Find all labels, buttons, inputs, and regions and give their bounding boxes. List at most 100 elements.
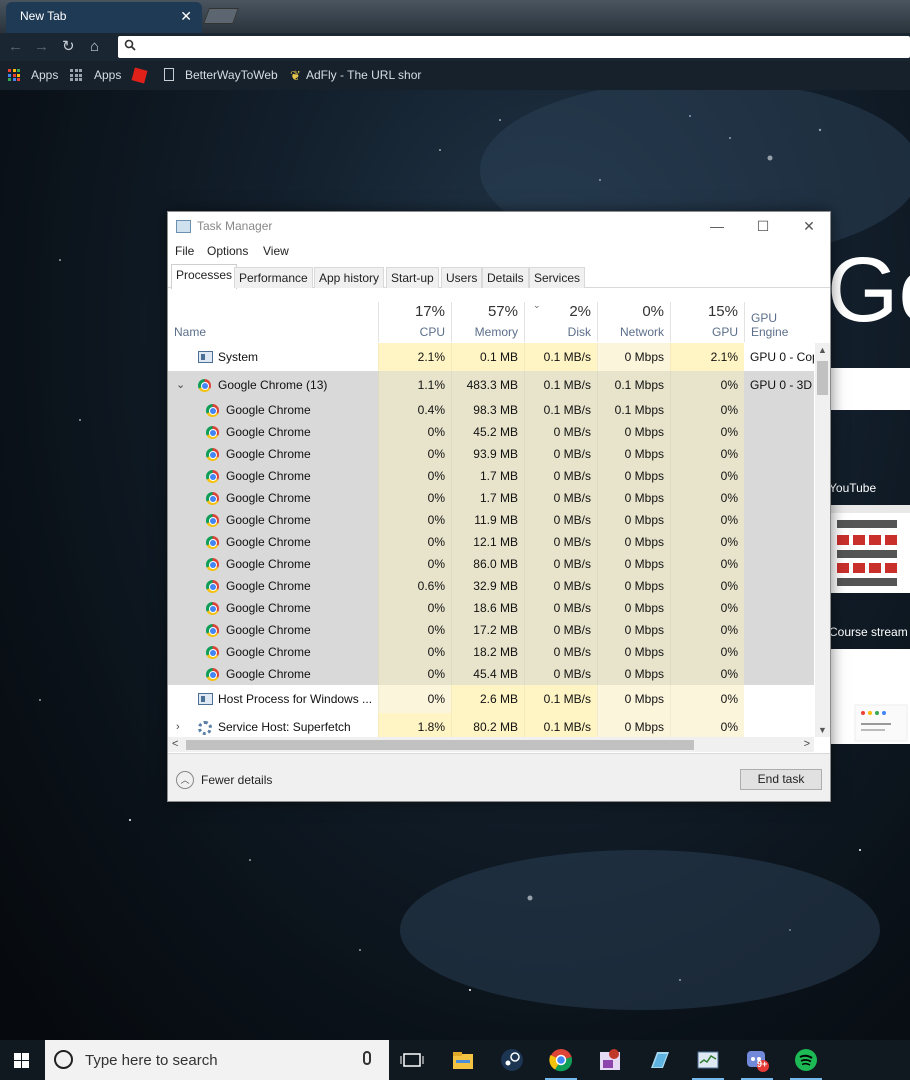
scroll-up-icon[interactable]: ▲ bbox=[818, 345, 827, 355]
tab-services[interactable]: Services bbox=[529, 267, 586, 288]
tab-close-icon[interactable]: ✕ bbox=[180, 8, 192, 25]
tile-thumbnail-course-stream[interactable] bbox=[831, 649, 910, 744]
task-manager-titlebar[interactable]: Task Manager — ☐ ✕ bbox=[168, 212, 830, 240]
fewer-details-link[interactable]: Fewer details bbox=[201, 773, 272, 787]
process-name: Google Chrome (13) bbox=[218, 378, 328, 392]
chrome-icon bbox=[206, 580, 219, 593]
vertical-scrollbar[interactable]: ▲ ▼ bbox=[815, 343, 830, 737]
ntp-search-box[interactable] bbox=[831, 368, 910, 410]
spotify-icon[interactable] bbox=[794, 1048, 818, 1072]
cell-disk: 0.1 MB/s bbox=[524, 685, 597, 713]
home-icon[interactable]: ⌂ bbox=[90, 38, 99, 56]
file-explorer-icon[interactable] bbox=[451, 1048, 475, 1072]
gpu-total: 15% bbox=[707, 303, 738, 320]
column-disk[interactable]: ⌄ 2% Disk bbox=[524, 300, 597, 342]
bookmark-apps[interactable]: Apps bbox=[31, 68, 58, 82]
cell-network: 0 Mbps bbox=[597, 663, 670, 685]
bookmark-apps-2[interactable]: Apps bbox=[94, 68, 121, 82]
taskbar-search-box[interactable]: Type here to search bbox=[45, 1040, 389, 1080]
table-row[interactable]: Google Chrome 0% 93.9 MB 0 MB/s 0 Mbps 0% bbox=[168, 443, 814, 465]
new-tab-button[interactable] bbox=[203, 8, 239, 24]
table-row[interactable]: Google Chrome 0% 11.9 MB 0 MB/s 0 Mbps 0% bbox=[168, 509, 814, 531]
reload-icon[interactable]: ↻ bbox=[62, 38, 75, 56]
column-name[interactable]: Name bbox=[168, 302, 378, 342]
cell-network: 0 Mbps bbox=[597, 531, 670, 553]
column-gpu[interactable]: 15% GPU bbox=[670, 302, 744, 342]
disk-label: Disk bbox=[567, 325, 591, 339]
expand-chevron-icon[interactable]: › bbox=[176, 713, 180, 737]
microphone-icon[interactable] bbox=[363, 1051, 371, 1065]
back-icon[interactable]: ← bbox=[8, 38, 23, 56]
table-row[interactable]: Google Chrome 0% 18.2 MB 0 MB/s 0 Mbps 0% bbox=[168, 641, 814, 663]
chrome-icon[interactable] bbox=[549, 1048, 573, 1072]
close-button[interactable]: ✕ bbox=[786, 212, 832, 240]
steam-icon[interactable] bbox=[500, 1048, 524, 1072]
scroll-down-icon[interactable]: ▼ bbox=[818, 725, 827, 735]
discord-icon[interactable]: 9+ bbox=[745, 1048, 769, 1072]
roblox-icon bbox=[131, 67, 148, 84]
snipping-tool-icon[interactable] bbox=[647, 1048, 671, 1072]
search-icon bbox=[124, 39, 136, 51]
table-row[interactable]: Google Chrome 0% 45.4 MB 0 MB/s 0 Mbps 0% bbox=[168, 663, 814, 685]
tile-label-course-stream[interactable]: Course stream bbox=[829, 625, 908, 639]
minimize-button[interactable]: — bbox=[694, 212, 740, 240]
table-row[interactable]: Host Process for Windows ... 0% 2.6 MB 0.1 … bbox=[168, 685, 814, 713]
tab-startup[interactable]: Start-up bbox=[386, 267, 439, 288]
forward-icon[interactable]: → bbox=[34, 38, 49, 56]
table-row[interactable]: Google Chrome 0% 18.6 MB 0 MB/s 0 Mbps 0% bbox=[168, 597, 814, 619]
cell-cpu: 0% bbox=[378, 509, 451, 531]
end-task-button[interactable]: End task bbox=[740, 769, 822, 790]
cell-memory: 80.2 MB bbox=[451, 713, 524, 737]
table-row[interactable]: System 2.1% 0.1 MB 0.1 MB/s 0 Mbps 2.1% GPU 0 … bbox=[168, 343, 814, 371]
chevron-up-icon[interactable]: ︿ bbox=[176, 771, 194, 789]
tab-processes[interactable]: Processes bbox=[171, 264, 238, 289]
expand-chevron-icon[interactable]: ⌄ bbox=[176, 371, 185, 399]
table-row[interactable]: Google Chrome 0% 17.2 MB 0 MB/s 0 Mbps 0% bbox=[168, 619, 814, 641]
table-row[interactable]: Google Chrome 0% 1.7 MB 0 MB/s 0 Mbps 0% bbox=[168, 487, 814, 509]
menu-view[interactable]: View bbox=[263, 244, 289, 258]
table-row[interactable]: Google Chrome 0% 45.2 MB 0 MB/s 0 Mbps 0% bbox=[168, 421, 814, 443]
column-gpu-engine[interactable]: GPU Engine bbox=[744, 302, 814, 342]
column-cpu[interactable]: 17% CPU bbox=[378, 302, 451, 342]
page-icon bbox=[164, 68, 174, 81]
start-button[interactable] bbox=[0, 1040, 44, 1080]
table-row[interactable]: Google Chrome 0% 86.0 MB 0 MB/s 0 Mbps 0% bbox=[168, 553, 814, 575]
horizontal-scroll-thumb[interactable] bbox=[186, 740, 694, 750]
menu-file[interactable]: File bbox=[175, 244, 194, 258]
cell-gpu: 0% bbox=[670, 713, 744, 737]
menu-options[interactable]: Options bbox=[207, 244, 248, 258]
table-row[interactable]: Google Chrome 0.6% 32.9 MB 0 MB/s 0 Mbps 0% bbox=[168, 575, 814, 597]
scroll-left-icon[interactable]: < bbox=[172, 737, 178, 752]
memory-total: 57% bbox=[487, 303, 518, 320]
column-network[interactable]: 0% Network bbox=[597, 302, 670, 342]
table-row[interactable]: Google Chrome 0% 12.1 MB 0 MB/s 0 Mbps 0% bbox=[168, 531, 814, 553]
maximize-button[interactable]: ☐ bbox=[740, 212, 786, 240]
bookmark-adfly[interactable]: AdFly - The URL shor bbox=[306, 68, 428, 82]
tile-thumbnail-youtube[interactable] bbox=[831, 505, 910, 593]
tab-details[interactable]: Details bbox=[482, 267, 529, 288]
vertical-scroll-thumb[interactable] bbox=[817, 361, 828, 395]
table-row[interactable]: Google Chrome 0.4% 98.3 MB 0.1 MB/s 0.1 Mbps… bbox=[168, 399, 814, 421]
table-row[interactable]: › Service Host: Superfetch 1.8% 80.2 MB 0.1 … bbox=[168, 713, 814, 737]
bookmark-betterwaytoweb[interactable]: BetterWayToWeb bbox=[185, 68, 278, 82]
cell-network: 0.1 Mbps bbox=[597, 399, 670, 421]
column-memory[interactable]: 57% Memory bbox=[451, 302, 524, 342]
cell-memory: 98.3 MB bbox=[451, 399, 524, 421]
task-view-icon[interactable] bbox=[400, 1048, 424, 1072]
cell-network: 0 Mbps bbox=[597, 487, 670, 509]
tile-label-youtube[interactable]: YouTube bbox=[829, 481, 876, 495]
table-row[interactable]: Google Chrome 0% 1.7 MB 0 MB/s 0 Mbps 0% bbox=[168, 465, 814, 487]
cell-memory: 1.7 MB bbox=[451, 465, 524, 487]
address-bar[interactable] bbox=[118, 36, 910, 58]
tab-app-history[interactable]: App history bbox=[314, 267, 385, 288]
table-row[interactable]: ⌄ Google Chrome (13) 1.1% 483.3 MB 0.1 MB/s 0… bbox=[168, 371, 814, 399]
tab-performance[interactable]: Performance bbox=[234, 267, 313, 288]
task-manager-icon[interactable] bbox=[696, 1048, 720, 1072]
browser-tab[interactable]: New Tab ✕ bbox=[6, 2, 202, 33]
scroll-right-icon[interactable]: > bbox=[804, 737, 810, 752]
chrome-icon bbox=[198, 379, 211, 392]
paint-icon[interactable] bbox=[598, 1048, 622, 1072]
tab-users[interactable]: Users bbox=[441, 267, 483, 288]
horizontal-scrollbar[interactable]: < > bbox=[168, 737, 814, 752]
cell-gpu: 0% bbox=[670, 371, 744, 399]
